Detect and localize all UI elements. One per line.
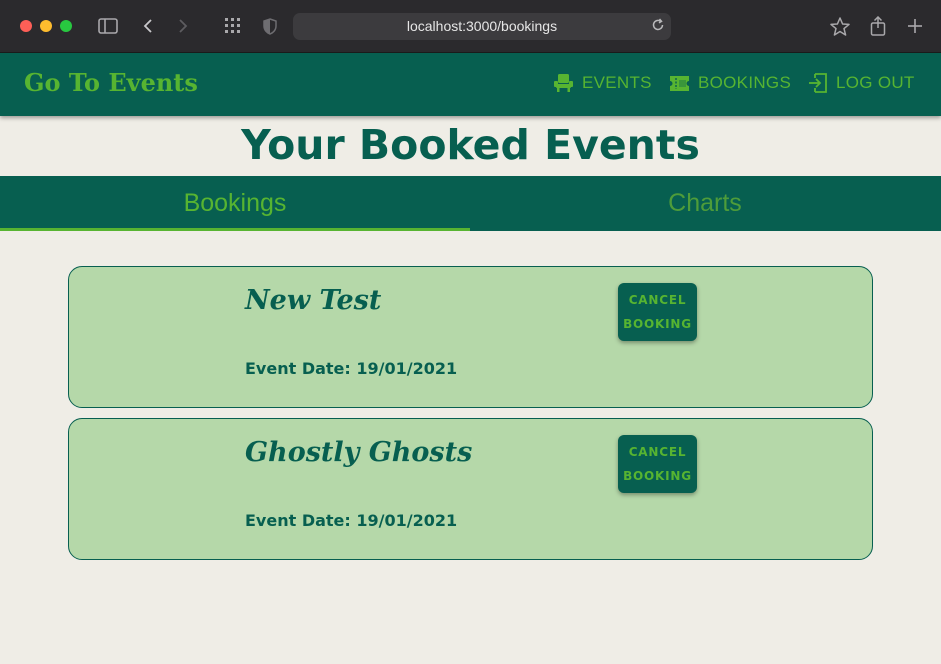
nav-logout-label: LOG OUT: [836, 73, 915, 92]
cancel-booking-button[interactable]: CANCEL BOOKING: [618, 283, 697, 341]
forward-icon[interactable]: [173, 14, 193, 38]
page-title: Your Booked Events: [241, 121, 700, 169]
browser-toolbar: localhost:3000/bookings: [0, 0, 941, 53]
nav-bookings-label: BOOKINGS: [698, 73, 792, 92]
booking-title: Ghostly Ghosts: [245, 437, 473, 468]
grid-icon[interactable]: [222, 14, 244, 38]
nav-events[interactable]: EVENTS: [553, 73, 652, 93]
cancel-button-line2: BOOKING: [623, 469, 692, 483]
new-tab-icon[interactable]: [905, 14, 925, 38]
ticket-icon: [669, 75, 690, 92]
bookmark-star-icon[interactable]: [829, 14, 851, 38]
cancel-booking-button[interactable]: CANCEL BOOKING: [618, 435, 697, 493]
booking-title: New Test: [245, 285, 382, 316]
cancel-button-line2: BOOKING: [623, 317, 692, 331]
cancel-button-line1: CANCEL: [628, 445, 687, 459]
shield-icon[interactable]: [261, 14, 279, 38]
reload-icon[interactable]: [651, 18, 665, 37]
address-bar[interactable]: localhost:3000/bookings: [293, 13, 671, 40]
booking-card: Ghostly Ghosts Event Date: 19/01/2021 CA…: [68, 418, 873, 560]
nav-logout[interactable]: LOG OUT: [808, 73, 915, 93]
booking-date: Event Date: 19/01/2021: [245, 511, 458, 530]
tab-charts[interactable]: Charts: [470, 176, 940, 231]
seat-icon: [553, 73, 574, 93]
brand-logo[interactable]: Go To Events: [24, 68, 198, 97]
logout-icon: [808, 73, 828, 93]
nav-bookings[interactable]: BOOKINGS: [669, 73, 791, 93]
sidebar-toggle-icon[interactable]: [96, 14, 120, 38]
back-icon[interactable]: [138, 14, 158, 38]
tab-bookings[interactable]: Bookings: [0, 176, 470, 231]
app-header: Go To Events EVENTS BOOKINGS LOG OUT: [0, 53, 941, 116]
booking-card: New Test Event Date: 19/01/2021 CANCEL B…: [68, 266, 873, 408]
active-tab-indicator: [0, 228, 470, 231]
close-window-button[interactable]: [20, 20, 32, 32]
nav-events-label: EVENTS: [582, 73, 652, 92]
share-icon[interactable]: [868, 14, 888, 38]
cancel-button-line1: CANCEL: [628, 293, 687, 307]
url-text: localhost:3000/bookings: [406, 18, 558, 34]
booking-date: Event Date: 19/01/2021: [245, 359, 458, 378]
maximize-window-button[interactable]: [60, 20, 72, 32]
minimize-window-button[interactable]: [40, 20, 52, 32]
tab-bar: Bookings Charts: [0, 176, 941, 231]
